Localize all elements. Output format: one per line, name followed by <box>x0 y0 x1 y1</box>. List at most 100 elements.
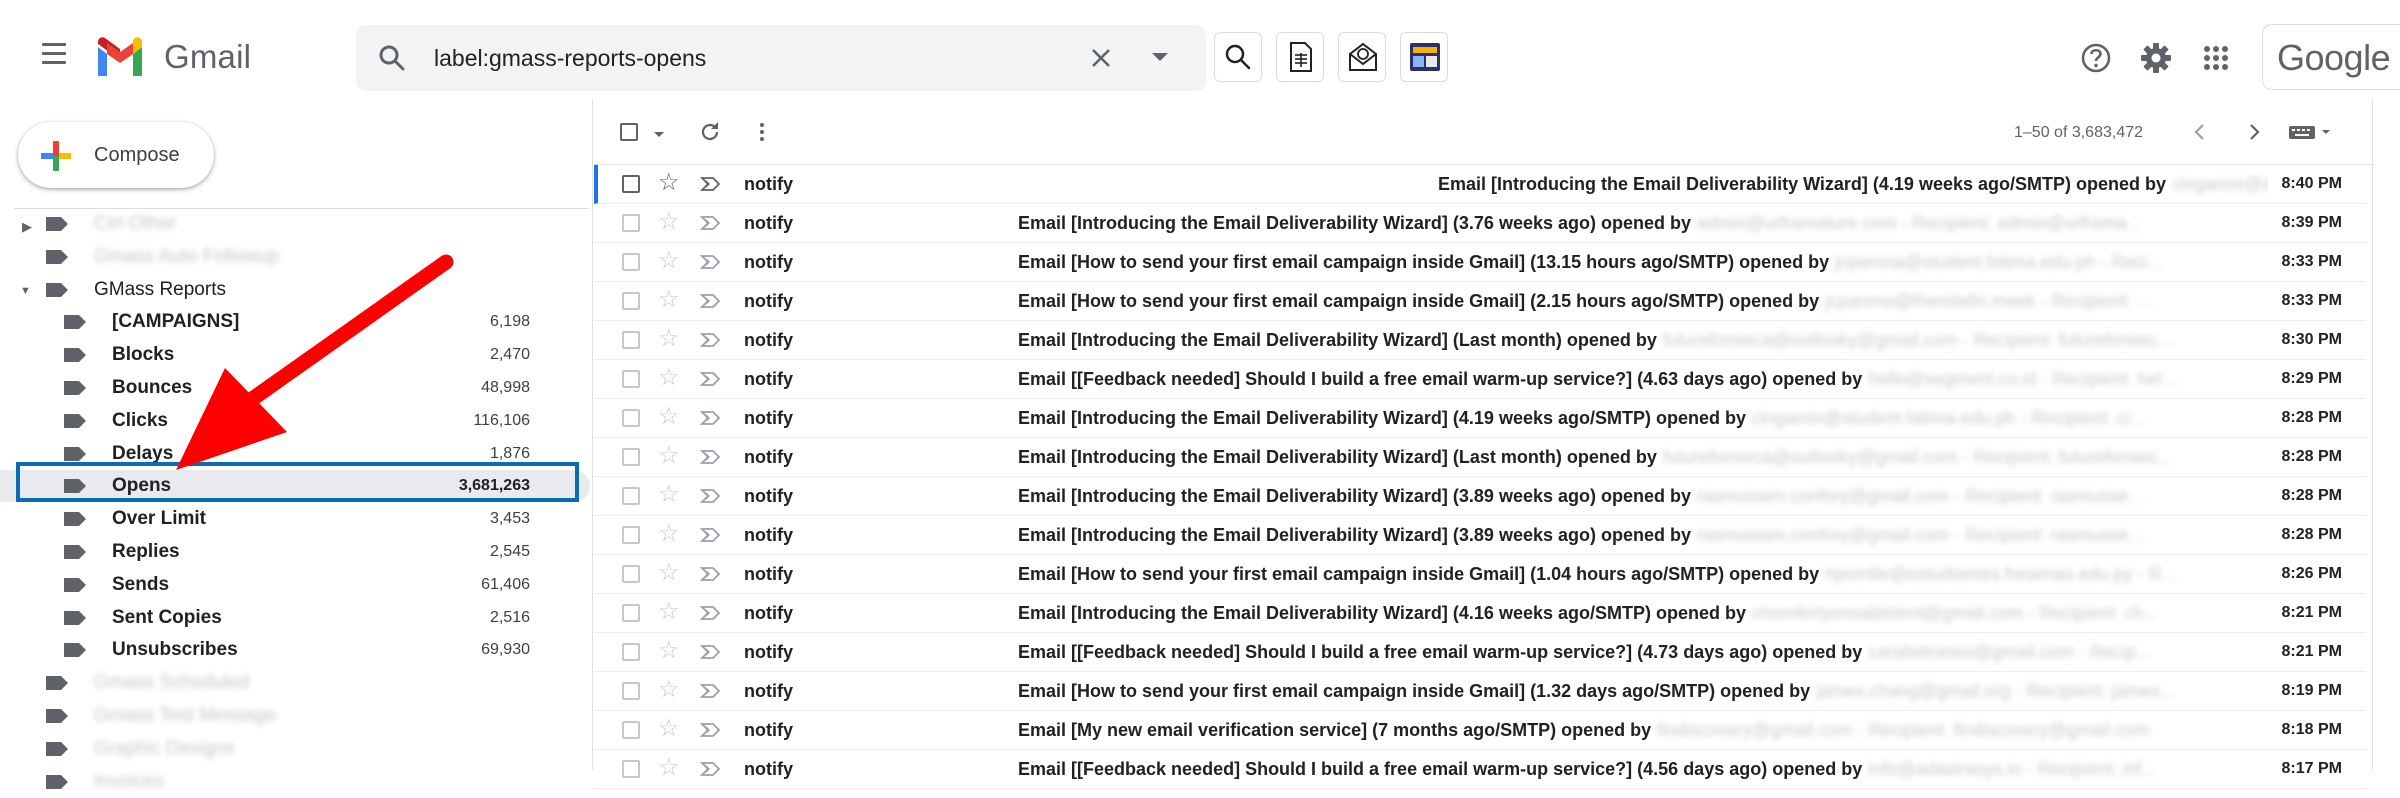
sidebar-label-sub[interactable]: Replies 2,545 <box>0 536 590 568</box>
important-icon[interactable] <box>700 410 722 426</box>
document-button[interactable] <box>1276 32 1324 82</box>
message-row[interactable]: ☆ notify Email [How to send your first ema… <box>594 555 2366 594</box>
search-options-icon[interactable] <box>1152 53 1168 61</box>
message-checkbox[interactable] <box>622 682 640 700</box>
star-icon[interactable]: ☆ <box>658 677 680 703</box>
message-row[interactable]: ☆ notify Email [How to send your first ema… <box>594 672 2366 711</box>
star-icon[interactable]: ☆ <box>658 716 680 742</box>
important-icon[interactable] <box>700 605 722 621</box>
compose-button[interactable]: Compose <box>18 122 214 188</box>
message-checkbox[interactable] <box>622 448 640 466</box>
message-checkbox[interactable] <box>622 331 640 349</box>
important-icon[interactable] <box>700 449 722 465</box>
star-icon[interactable]: ☆ <box>658 326 680 352</box>
message-row[interactable]: ☆ notify Email [Introducing the Email Deli… <box>594 477 2366 516</box>
keyboard-icon[interactable] <box>2288 120 2334 144</box>
important-icon[interactable] <box>700 722 722 738</box>
message-checkbox[interactable] <box>622 175 640 193</box>
close-icon[interactable] <box>1088 45 1114 71</box>
sidebar-label-sub[interactable]: Over Limit 3,453 <box>0 503 590 535</box>
sidebar-label-sub[interactable]: Bounces 48,998 <box>0 372 590 404</box>
sidebar-label-item[interactable]: Gmass Scheduled <box>0 667 590 699</box>
sidebar-label-item[interactable]: Gmass Test Message <box>0 700 590 732</box>
star-icon[interactable]: ☆ <box>658 287 680 313</box>
message-checkbox[interactable] <box>622 214 640 232</box>
important-icon[interactable] <box>700 293 722 309</box>
help-icon[interactable] <box>2078 40 2114 76</box>
important-icon[interactable] <box>700 761 722 777</box>
search-input[interactable]: label:gmass-reports-opens <box>434 45 706 72</box>
important-icon[interactable] <box>700 527 722 543</box>
refresh-icon[interactable] <box>698 120 722 144</box>
star-icon[interactable]: ☆ <box>658 755 680 781</box>
message-row[interactable]: ☆ notify Email [Introducing the Email Deli… <box>594 204 2366 243</box>
sidebar-label-sub[interactable]: Clicks 116,106 <box>0 405 590 437</box>
important-icon[interactable] <box>700 488 722 504</box>
important-icon[interactable] <box>700 644 722 660</box>
message-checkbox[interactable] <box>622 526 640 544</box>
sidebar-label-sub[interactable]: Sends 61,406 <box>0 569 590 601</box>
message-checkbox[interactable] <box>622 370 640 388</box>
star-icon[interactable]: ☆ <box>658 443 680 469</box>
search-bar[interactable]: label:gmass-reports-opens <box>356 25 1206 91</box>
expand-caret-icon[interactable]: ▶ <box>22 219 32 235</box>
prev-page-icon[interactable] <box>2188 120 2212 144</box>
important-icon[interactable] <box>700 566 722 582</box>
sidebar-label-sub[interactable]: Unsubscribes 69,930 <box>0 634 590 666</box>
select-all-checkbox[interactable] <box>620 123 638 141</box>
apps-icon[interactable] <box>2198 40 2234 76</box>
select-options-icon[interactable] <box>654 132 664 137</box>
message-row[interactable]: ☆ notify Email [Introducing the Email Deli… <box>594 321 2366 360</box>
star-icon[interactable]: ☆ <box>658 209 680 235</box>
message-row[interactable]: ☆ notify Email [[Feedback needed] Should I… <box>594 633 2366 672</box>
message-checkbox[interactable] <box>622 643 640 661</box>
sidebar-label-sub[interactable]: [CAMPAIGNS] 6,198 <box>0 306 590 338</box>
star-icon[interactable]: ☆ <box>658 521 680 547</box>
message-row[interactable]: ☆ notify Email [[Feedback needed] Should I… <box>594 360 2366 399</box>
next-page-icon[interactable] <box>2242 120 2266 144</box>
message-checkbox[interactable] <box>622 487 640 505</box>
star-icon[interactable]: ☆ <box>658 599 680 625</box>
message-row[interactable]: ☆ notify Email [Introducing the Email Deli… <box>594 594 2366 633</box>
google-account-badge[interactable]: Google <box>2262 24 2400 90</box>
message-checkbox[interactable] <box>622 565 640 583</box>
menu-icon[interactable] <box>36 36 72 72</box>
star-icon[interactable]: ☆ <box>658 560 680 586</box>
sidebar-label-item[interactable]: Gmass Auto Followup <box>0 241 590 273</box>
important-icon[interactable] <box>700 332 722 348</box>
important-icon[interactable] <box>700 176 722 192</box>
sidebar-label-item[interactable]: ▼ GMass Reports <box>0 274 590 306</box>
sidebar-label-sub[interactable]: Sent Copies 2,516 <box>0 602 590 634</box>
campaign-button[interactable] <box>1400 32 1448 82</box>
important-icon[interactable] <box>700 254 722 270</box>
search-icon[interactable] <box>376 42 408 74</box>
message-row[interactable]: ☆ notify Email [Introducing the Email Deli… <box>594 516 2366 555</box>
gmail-logo[interactable] <box>94 36 146 76</box>
message-checkbox[interactable] <box>622 721 640 739</box>
message-row[interactable]: ☆ notify Email [My new email verification … <box>594 711 2366 750</box>
important-icon[interactable] <box>700 683 722 699</box>
expand-caret-open-icon[interactable]: ▼ <box>20 285 31 297</box>
more-icon[interactable] <box>750 120 774 144</box>
important-icon[interactable] <box>700 371 722 387</box>
message-checkbox[interactable] <box>622 292 640 310</box>
star-icon[interactable]: ☆ <box>658 638 680 664</box>
important-icon[interactable] <box>700 215 722 231</box>
message-row[interactable]: ☆ notify Email [Introducing the Email Deli… <box>594 165 2366 204</box>
message-row[interactable]: ☆ notify Email [How to send your first ema… <box>594 282 2366 321</box>
sidebar-label-item[interactable]: Graphic Designs <box>0 733 590 765</box>
message-checkbox[interactable] <box>622 253 640 271</box>
message-checkbox[interactable] <box>622 760 640 778</box>
message-row[interactable]: ☆ notify Email [How to send your first ema… <box>594 243 2366 282</box>
mail-tracking-button[interactable] <box>1338 32 1386 82</box>
star-icon[interactable]: ☆ <box>658 170 680 196</box>
sidebar-label-item[interactable]: Invoices <box>0 766 590 798</box>
message-checkbox[interactable] <box>622 604 640 622</box>
sidebar-label-item[interactable]: ▶ Ctrl Other <box>0 208 590 240</box>
star-icon[interactable]: ☆ <box>658 482 680 508</box>
star-icon[interactable]: ☆ <box>658 365 680 391</box>
message-row[interactable]: ☆ notify Email [Introducing the Email Deli… <box>594 438 2366 477</box>
search-tool-button[interactable] <box>1214 32 1262 82</box>
sidebar-label-sub[interactable]: Blocks 2,470 <box>0 339 590 371</box>
settings-icon[interactable] <box>2138 40 2174 76</box>
